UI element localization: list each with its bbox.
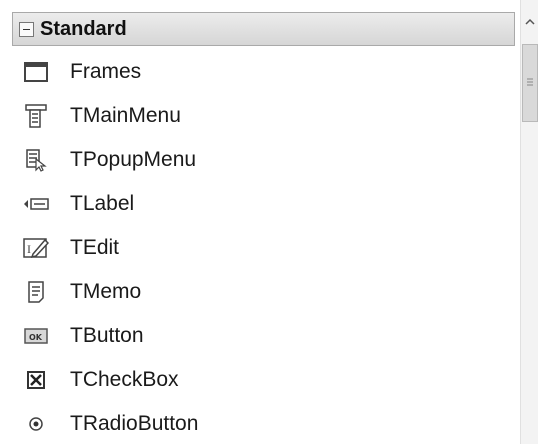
scroll-up-arrow-icon[interactable] xyxy=(521,0,538,44)
edit-icon: I xyxy=(22,234,50,262)
component-label: TRadioButton xyxy=(70,412,199,435)
frame-icon xyxy=(22,58,50,86)
component-label: TMemo xyxy=(70,280,142,303)
component-label: TLabel xyxy=(70,192,135,215)
component-label: TButton xyxy=(70,324,144,347)
category-header-standard[interactable]: Standard xyxy=(12,12,515,46)
component-item-tmainmenu[interactable]: TMainMenu xyxy=(0,94,520,138)
component-item-tedit[interactable]: I TEdit xyxy=(0,226,520,270)
tool-palette: Standard Frames TMainMenu TPopupMenu TLa… xyxy=(0,0,538,444)
component-item-frames[interactable]: Frames xyxy=(0,50,520,94)
component-label: Frames xyxy=(70,60,142,83)
grip-icon xyxy=(526,74,534,92)
memo-icon xyxy=(22,278,50,306)
component-label: TPopupMenu xyxy=(70,148,197,171)
component-label: TEdit xyxy=(70,236,120,259)
component-item-tbutton[interactable]: OK TButton xyxy=(0,314,520,358)
component-item-tradiobutton[interactable]: TRadioButton xyxy=(0,402,520,444)
button-icon: OK xyxy=(22,322,50,350)
checkbox-icon xyxy=(22,366,50,394)
component-item-tlabel[interactable]: TLabel xyxy=(0,182,520,226)
scrollbar-thumb[interactable] xyxy=(522,44,538,122)
vertical-scrollbar[interactable] xyxy=(520,0,538,444)
svg-text:I: I xyxy=(27,242,31,256)
radio-button-icon xyxy=(22,410,50,438)
label-icon xyxy=(22,190,50,218)
main-menu-icon xyxy=(22,102,50,130)
component-label: TMainMenu xyxy=(70,104,181,127)
component-item-tcheckbox[interactable]: TCheckBox xyxy=(0,358,520,402)
component-label: TCheckBox xyxy=(70,368,179,391)
component-item-tmemo[interactable]: TMemo xyxy=(0,270,520,314)
palette-content: Standard Frames TMainMenu TPopupMenu TLa… xyxy=(0,0,520,444)
svg-text:OK: OK xyxy=(29,333,43,342)
popup-menu-icon xyxy=(22,146,50,174)
collapse-minus-icon[interactable] xyxy=(19,21,34,37)
category-title: Standard xyxy=(40,17,127,40)
component-item-tpopupmenu[interactable]: TPopupMenu xyxy=(0,138,520,182)
component-list: Frames TMainMenu TPopupMenu TLabel I TEd… xyxy=(0,50,520,444)
